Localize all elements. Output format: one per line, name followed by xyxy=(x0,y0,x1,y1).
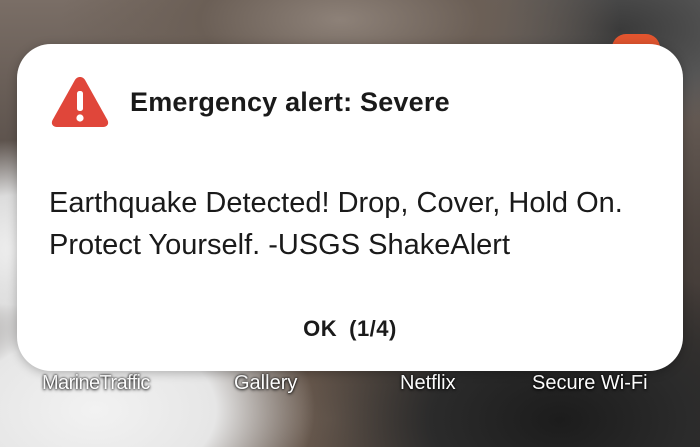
emergency-alert-dialog: Emergency alert: Severe Earthquake Detec… xyxy=(17,44,683,371)
warning-triangle-icon xyxy=(51,77,109,127)
home-app-labels: MarineTraffic Gallery Netflix Secure Wi-… xyxy=(0,370,700,400)
alert-actions: OK (1/4) xyxy=(17,310,683,348)
app-label-secure-wifi[interactable]: Secure Wi-Fi xyxy=(532,372,648,395)
alert-counter: (1/4) xyxy=(349,316,397,341)
app-label-marinetraffic[interactable]: MarineTraffic xyxy=(42,372,150,395)
alert-header: Emergency alert: Severe xyxy=(50,74,450,130)
alert-title: Emergency alert: Severe xyxy=(130,86,450,117)
app-label-netflix[interactable]: Netflix xyxy=(400,372,456,395)
alert-message: Earthquake Detected! Drop, Cover, Hold O… xyxy=(49,187,623,261)
ok-label: OK xyxy=(303,316,338,341)
app-label-gallery[interactable]: Gallery xyxy=(234,372,297,395)
ok-button[interactable]: OK (1/4) xyxy=(285,310,415,348)
